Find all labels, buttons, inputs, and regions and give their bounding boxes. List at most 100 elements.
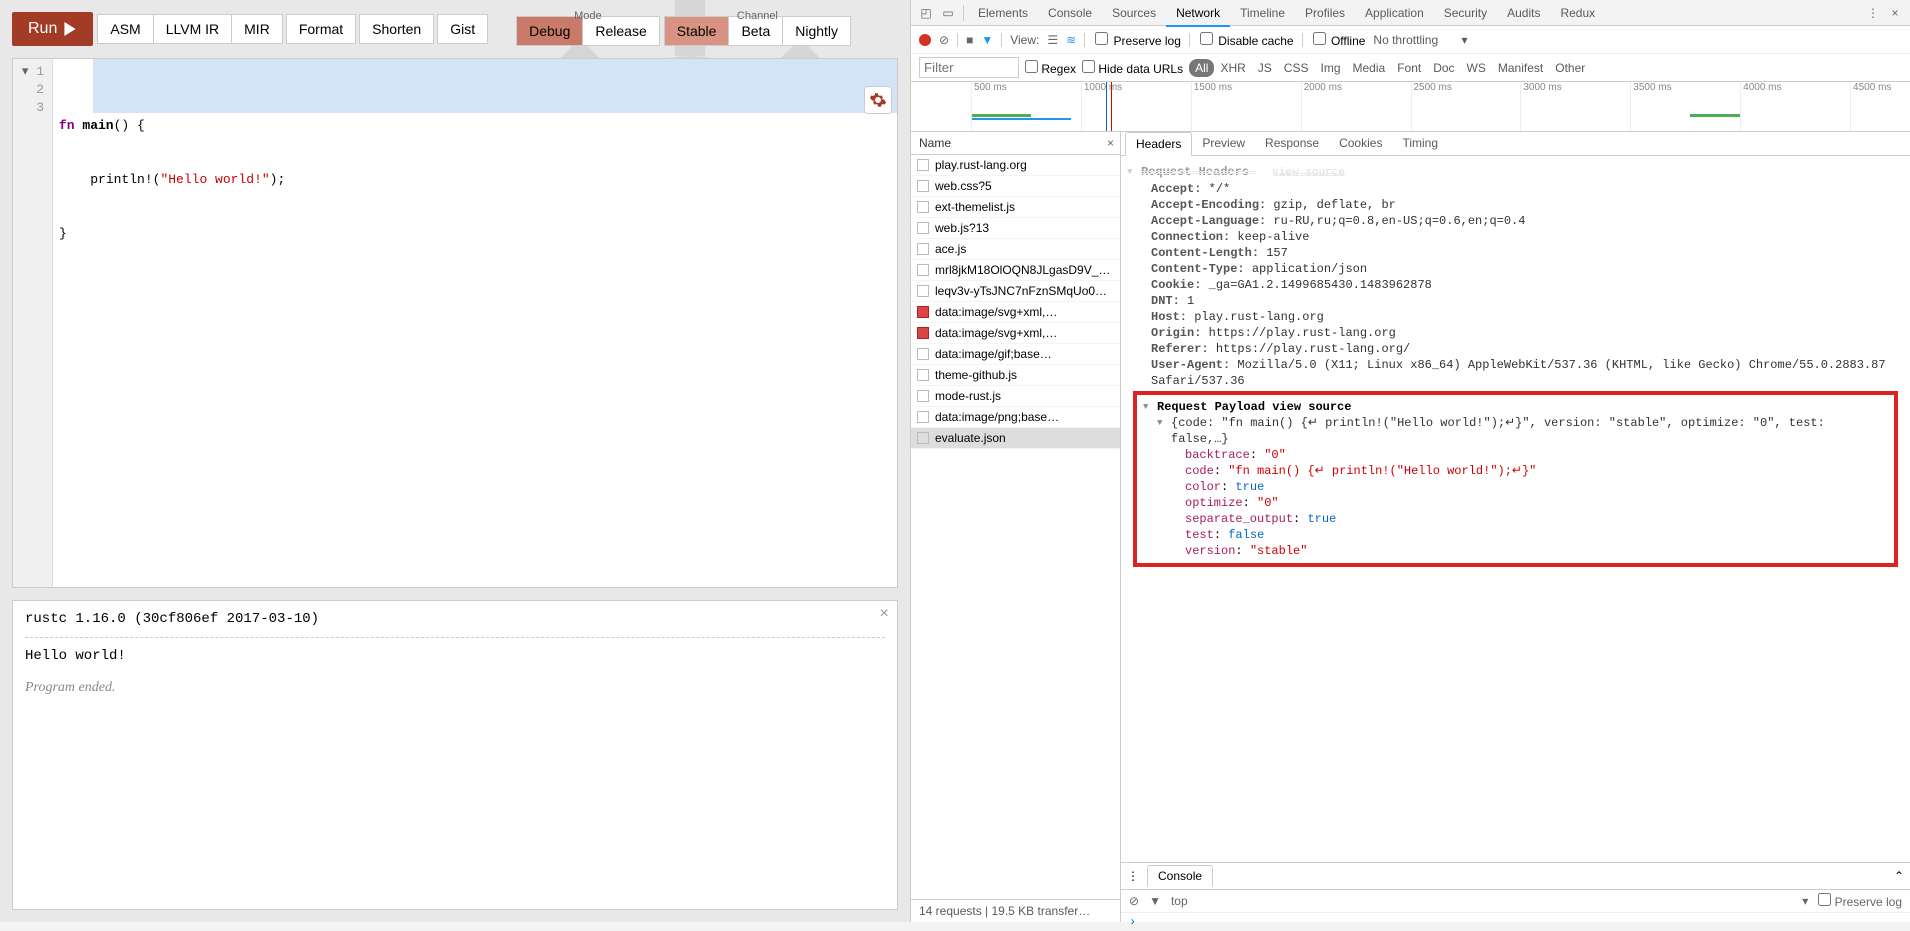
request-item[interactable]: data:image/gif;base… [911, 344, 1120, 365]
devtools-tab-sources[interactable]: Sources [1102, 1, 1166, 25]
request-item[interactable]: data:image/svg+xml,… [911, 323, 1120, 344]
filter-pill-manifest[interactable]: Manifest [1492, 59, 1549, 77]
console-menu-icon[interactable]: ⋮ [1127, 869, 1139, 883]
mir-button[interactable]: MIR [231, 14, 283, 44]
filter-pill-js[interactable]: JS [1252, 59, 1278, 77]
request-item[interactable]: data:image/png;base… [911, 407, 1120, 428]
collapse-icon[interactable]: ⌃ [1894, 869, 1904, 883]
device-icon[interactable]: ▭ [937, 2, 959, 24]
status-bar: 14 requests | 19.5 KB transfer… [911, 899, 1120, 922]
console-level-icon[interactable]: ▾ [1802, 894, 1808, 908]
stable-button[interactable]: Stable [664, 16, 730, 46]
detail-tab-response[interactable]: Response [1255, 132, 1329, 155]
play-icon [63, 22, 77, 36]
detail-tab-preview[interactable]: Preview [1192, 132, 1255, 155]
throttling-select[interactable]: No throttling ▾ [1373, 33, 1467, 47]
close-detail-icon[interactable]: × [1107, 136, 1114, 150]
console-preserve-checkbox[interactable]: Preserve log [1818, 893, 1902, 909]
devtools-tab-security[interactable]: Security [1434, 1, 1497, 25]
devtools-tab-application[interactable]: Application [1355, 1, 1434, 25]
devtools-tab-redux[interactable]: Redux [1550, 1, 1605, 25]
filter-input[interactable] [919, 57, 1019, 78]
filter-pill-media[interactable]: Media [1347, 59, 1392, 77]
request-item[interactable]: play.rust-lang.org [911, 155, 1120, 176]
nightly-button[interactable]: Nightly [782, 16, 851, 46]
header-row: Referer: https://play.rust-lang.org/ [1131, 341, 1900, 357]
regex-checkbox[interactable]: Regex [1025, 60, 1076, 76]
devtools-tab-timeline[interactable]: Timeline [1230, 1, 1295, 25]
run-button[interactable]: Run [12, 12, 93, 46]
devtools-tab-network[interactable]: Network [1166, 1, 1230, 27]
camera-icon[interactable]: ■ [966, 33, 973, 47]
request-name: ace.js [935, 242, 966, 256]
console-prompt[interactable]: › [1121, 913, 1910, 931]
request-item[interactable]: web.js?13 [911, 218, 1120, 239]
filter-console-icon[interactable]: ▼ [1149, 894, 1161, 908]
console-tab[interactable]: Console [1147, 865, 1213, 887]
toolbar: Run ASM LLVM IR MIR Format Shorten Gist … [0, 0, 910, 58]
timeline-overview[interactable]: 500 ms1000 ms1500 ms2000 ms2500 ms3000 m… [911, 82, 1910, 132]
view-source-link[interactable]: view source [1272, 167, 1345, 179]
compiler-version: rustc 1.16.0 (30cf806ef 2017-03-10) [25, 611, 885, 627]
asm-button[interactable]: ASM [97, 14, 153, 44]
filter-pill-other[interactable]: Other [1549, 59, 1591, 77]
offline-checkbox[interactable]: Offline [1311, 32, 1366, 48]
filter-pill-ws[interactable]: WS [1461, 59, 1492, 77]
shorten-button[interactable]: Shorten [359, 14, 434, 44]
view-list-icon[interactable]: ☰ [1047, 33, 1058, 47]
filter-pill-css[interactable]: CSS [1278, 59, 1315, 77]
request-item[interactable]: theme-github.js [911, 365, 1120, 386]
header-row: Accept: */* [1131, 181, 1900, 197]
file-icon [917, 201, 929, 213]
request-item[interactable]: leqv3v-yTsJNC7nFznSMqUo0… [911, 281, 1120, 302]
request-item[interactable]: ext-themelist.js [911, 197, 1120, 218]
code-area[interactable]: fn main() { println!("Hello world!"); } [53, 59, 897, 587]
view-frame-icon[interactable]: ≋ [1066, 33, 1076, 47]
payload-title[interactable]: Request Payload view source [1145, 399, 1886, 415]
request-name: leqv3v-yTsJNC7nFznSMqUo0… [935, 284, 1107, 298]
code-editor[interactable]: ▾ 1 2 3 fn main() { println!("Hello worl… [12, 58, 898, 588]
inspect-icon[interactable]: ◰ [915, 2, 937, 24]
llvm-button[interactable]: LLVM IR [153, 14, 232, 44]
filter-pill-img[interactable]: Img [1314, 59, 1346, 77]
devtools-tab-audits[interactable]: Audits [1497, 1, 1550, 25]
format-button[interactable]: Format [286, 14, 356, 44]
payload-property: test: false [1145, 527, 1886, 543]
devtools-tab-console[interactable]: Console [1038, 1, 1102, 25]
request-headers-section[interactable]: Request Headers view source [1131, 164, 1900, 181]
devtools-tab-profiles[interactable]: Profiles [1295, 1, 1355, 25]
close-output-button[interactable]: × [879, 605, 889, 623]
request-item[interactable]: evaluate.json [911, 428, 1120, 449]
detail-tab-timing[interactable]: Timing [1392, 132, 1448, 155]
request-item[interactable]: mode-rust.js [911, 386, 1120, 407]
detail-tab-headers[interactable]: Headers [1125, 132, 1192, 156]
request-item[interactable]: ace.js [911, 239, 1120, 260]
filter-icon[interactable]: ▼ [981, 33, 993, 47]
detail-tab-cookies[interactable]: Cookies [1329, 132, 1392, 155]
selection-highlight [93, 59, 897, 113]
payload-summary[interactable]: {code: "fn main() {↵ println!("Hello wor… [1145, 415, 1886, 447]
request-item[interactable]: mrl8jkM18OlOQN8JLgasD9V_… [911, 260, 1120, 281]
more-icon[interactable]: ⋮ [1862, 2, 1884, 24]
payload-view-source[interactable]: view source [1272, 400, 1351, 414]
filter-pill-doc[interactable]: Doc [1427, 59, 1460, 77]
headers-body: Request Headers view source Accept: */*A… [1121, 156, 1910, 862]
gist-button[interactable]: Gist [437, 14, 488, 44]
request-item[interactable]: web.css?5 [911, 176, 1120, 197]
settings-button[interactable] [864, 86, 892, 114]
filter-pill-all[interactable]: All [1189, 59, 1214, 77]
record-button[interactable] [919, 34, 931, 46]
filter-pill-font[interactable]: Font [1391, 59, 1427, 77]
disable-cache-checkbox[interactable]: Disable cache [1198, 32, 1294, 48]
filter-pill-xhr[interactable]: XHR [1214, 59, 1251, 77]
gear-icon [869, 91, 887, 109]
clear-icon[interactable]: ⊘ [939, 33, 949, 47]
clear-console-icon[interactable]: ⊘ [1129, 894, 1139, 908]
preserve-log-checkbox[interactable]: Preserve log [1093, 32, 1181, 48]
close-devtools-icon[interactable]: × [1884, 2, 1906, 24]
hide-data-checkbox[interactable]: Hide data URLs [1082, 60, 1183, 76]
request-item[interactable]: data:image/svg+xml,… [911, 302, 1120, 323]
context-select[interactable]: top [1171, 894, 1188, 908]
name-column-header[interactable]: Name × [911, 132, 1120, 155]
devtools-tab-elements[interactable]: Elements [968, 1, 1038, 25]
